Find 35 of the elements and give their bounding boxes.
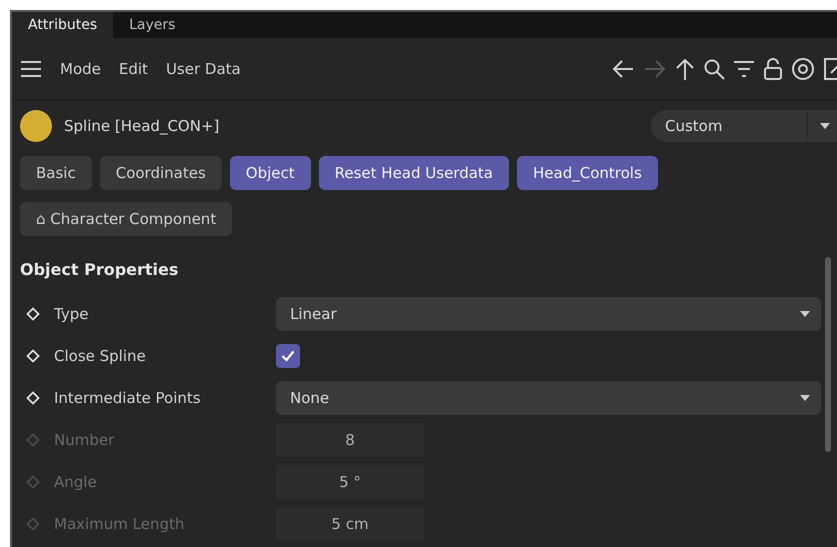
menu-item[interactable]: Mode [60, 60, 101, 78]
preset-dropdown[interactable]: Custom [651, 110, 837, 142]
menu-icon[interactable] [20, 60, 42, 78]
new-window-icon[interactable] [823, 56, 837, 80]
property-label: Type [53, 305, 90, 323]
group-tab[interactable]: Reset Head Userdata [318, 156, 509, 190]
property-dropdown[interactable]: Linear [276, 297, 821, 331]
object-name: Spline [Head_CON+] [64, 117, 220, 135]
group-tab[interactable]: Coordinates [100, 156, 222, 190]
group-tab[interactable]: Head_Controls [517, 156, 658, 190]
caret-icon [799, 310, 811, 318]
filter-icon[interactable] [733, 58, 755, 78]
back-arrow-icon[interactable] [611, 58, 635, 80]
group-tab[interactable]: ⌂ Character Component [20, 202, 232, 236]
property-label: Number [53, 431, 116, 449]
property-label: Angle [53, 473, 98, 491]
group-tab[interactable]: Basic [20, 156, 92, 190]
property-label: Maximum Length [53, 515, 186, 533]
property-label: Intermediate Points [53, 389, 202, 407]
group-tab[interactable]: Object [230, 156, 311, 190]
menu-item[interactable]: Edit [118, 60, 148, 78]
caret-icon [799, 394, 811, 402]
checkmark-icon [281, 350, 295, 362]
property-label: Close Spline [53, 347, 147, 365]
search-icon[interactable] [703, 58, 725, 80]
panel-tab[interactable]: Attributes [12, 12, 114, 38]
menu-item[interactable]: User Data [166, 60, 241, 78]
scrollbar[interactable] [825, 257, 831, 452]
caret-icon [818, 122, 830, 130]
property-checkbox[interactable] [276, 344, 300, 368]
up-arrow-icon[interactable] [675, 56, 695, 80]
property-dropdown[interactable]: None [276, 381, 821, 415]
lock-icon[interactable] [763, 56, 783, 80]
target-icon[interactable] [791, 56, 815, 80]
section-title: Object Properties [19, 259, 180, 281]
